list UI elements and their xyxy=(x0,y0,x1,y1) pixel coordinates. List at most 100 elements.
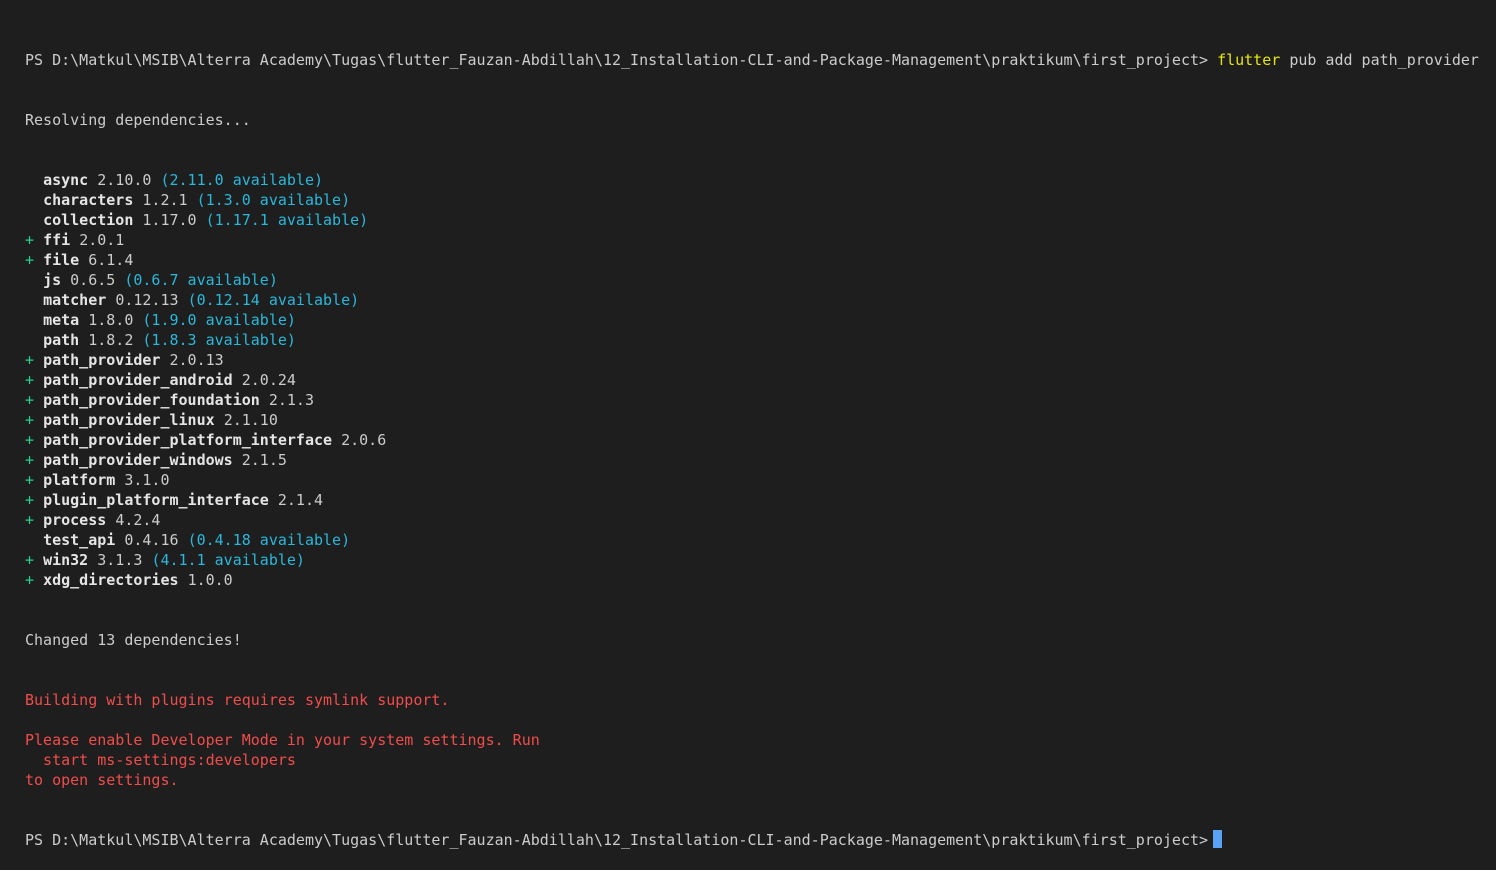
package-row: async 2.10.0 (2.11.0 available) xyxy=(25,170,1496,190)
package-name: collection xyxy=(43,211,134,229)
added-marker xyxy=(25,211,34,229)
added-marker: + xyxy=(25,431,35,449)
added-marker: + xyxy=(25,571,35,589)
available-version: (2.11.0 available) xyxy=(160,171,324,189)
added-marker: + xyxy=(25,371,35,389)
error-line: Please enable Developer Mode in your sys… xyxy=(25,731,540,749)
package-name: path_provider xyxy=(43,351,161,369)
command-args: pub add path_provider xyxy=(1289,51,1479,69)
package-version: 1.8.0 xyxy=(88,311,134,329)
package-version: 1.8.2 xyxy=(88,331,134,349)
added-marker xyxy=(25,171,34,189)
package-version: 1.17.0 xyxy=(142,211,197,229)
available-version: (1.17.1 available) xyxy=(205,211,369,229)
added-marker: + xyxy=(25,391,35,409)
package-name: ffi xyxy=(43,231,71,249)
available-version: (4.1.1 available) xyxy=(151,551,305,569)
added-marker: + xyxy=(25,351,35,369)
prompt-text: PS D:\Matkul\MSIB\Alterra Academy\Tugas\… xyxy=(25,831,1209,849)
package-row: collection 1.17.0 (1.17.1 available) xyxy=(25,210,1496,230)
package-name: plugin_platform_interface xyxy=(43,491,269,509)
package-row: test_api 0.4.16 (0.4.18 available) xyxy=(25,530,1496,550)
package-version: 4.2.4 xyxy=(115,511,161,529)
package-version: 2.1.4 xyxy=(277,491,324,509)
package-version: 2.1.5 xyxy=(241,451,287,469)
added-marker xyxy=(25,331,34,349)
package-row: + platform 3.1.0 xyxy=(25,470,1496,490)
added-marker xyxy=(25,291,34,309)
added-marker: + xyxy=(25,251,35,269)
package-row: js 0.6.5 (0.6.7 available) xyxy=(25,270,1496,290)
available-version: (0.6.7 available) xyxy=(124,271,278,289)
package-row: + path_provider_foundation 2.1.3 xyxy=(25,390,1496,410)
package-name: xdg_directories xyxy=(43,571,179,589)
package-row: + path_provider_linux 2.1.10 xyxy=(25,410,1496,430)
package-name: path_provider_platform_interface xyxy=(43,431,333,449)
package-row: + path_provider_windows 2.1.5 xyxy=(25,450,1496,470)
package-name: meta xyxy=(43,311,80,329)
package-version: 2.0.6 xyxy=(341,431,387,449)
package-row: + xdg_directories 1.0.0 xyxy=(25,570,1496,590)
package-name: path_provider_linux xyxy=(43,411,215,429)
package-name: js xyxy=(43,271,62,289)
package-row: + ffi 2.0.1 xyxy=(25,230,1496,250)
prompt-text: PS D:\Matkul\MSIB\Alterra Academy\Tugas\… xyxy=(25,51,1209,69)
package-row: matcher 0.12.13 (0.12.14 available) xyxy=(25,290,1496,310)
package-row: + path_provider_android 2.0.24 xyxy=(25,370,1496,390)
text-cursor xyxy=(1213,830,1223,848)
package-name: matcher xyxy=(43,291,107,309)
added-marker xyxy=(25,531,34,549)
package-row: + process 4.2.4 xyxy=(25,510,1496,530)
error-line: Building with plugins requires symlink s… xyxy=(25,691,450,709)
package-row: characters 1.2.1 (1.3.0 available) xyxy=(25,190,1496,210)
package-row: + plugin_platform_interface 2.1.4 xyxy=(25,490,1496,510)
package-version: 0.6.5 xyxy=(70,271,116,289)
error-line: start ms-settings:developers xyxy=(25,751,296,769)
package-list: async 2.10.0 (2.11.0 available) characte… xyxy=(25,170,1496,590)
package-name: platform xyxy=(43,471,116,489)
added-marker: + xyxy=(25,551,35,569)
terminal-panel[interactable]: PS D:\Matkul\MSIB\Alterra Academy\Tugas\… xyxy=(0,0,1496,849)
added-marker: + xyxy=(25,511,35,529)
package-version: 2.1.10 xyxy=(223,411,278,429)
package-version: 3.1.3 xyxy=(97,551,143,569)
added-marker xyxy=(25,271,34,289)
package-version: 2.1.3 xyxy=(268,391,314,409)
package-version: 2.0.1 xyxy=(79,231,125,249)
package-name: characters xyxy=(43,191,134,209)
package-version: 3.1.0 xyxy=(124,471,170,489)
package-version: 2.0.24 xyxy=(241,371,296,389)
available-version: (1.8.3 available) xyxy=(142,331,296,349)
package-name: path_provider_windows xyxy=(43,451,233,469)
package-row: + path_provider 2.0.13 xyxy=(25,350,1496,370)
package-row: + win32 3.1.3 (4.1.1 available) xyxy=(25,550,1496,570)
error-message: Building with plugins requires symlink s… xyxy=(25,690,1496,790)
package-name: win32 xyxy=(43,551,89,569)
package-row: meta 1.8.0 (1.9.0 available) xyxy=(25,310,1496,330)
resolving-line: Resolving dependencies... xyxy=(25,111,251,129)
added-marker xyxy=(25,311,34,329)
package-version: 0.12.13 xyxy=(115,291,179,309)
package-name: file xyxy=(43,251,80,269)
added-marker: + xyxy=(25,491,35,509)
added-marker: + xyxy=(25,411,35,429)
changed-line: Changed 13 dependencies! xyxy=(25,631,242,649)
error-line: to open settings. xyxy=(25,771,179,789)
added-marker: + xyxy=(25,451,35,469)
added-marker: + xyxy=(25,471,35,489)
prompt-line[interactable]: PS D:\Matkul\MSIB\Alterra Academy\Tugas\… xyxy=(25,830,1496,850)
package-version: 1.2.1 xyxy=(142,191,188,209)
package-name: async xyxy=(43,171,89,189)
package-row: + file 6.1.4 xyxy=(25,250,1496,270)
package-version: 6.1.4 xyxy=(88,251,134,269)
package-row: path 1.8.2 (1.8.3 available) xyxy=(25,330,1496,350)
available-version: (0.4.18 available) xyxy=(187,531,351,549)
package-row: + path_provider_platform_interface 2.0.6 xyxy=(25,430,1496,450)
package-version: 0.4.16 xyxy=(124,531,179,549)
package-version: 2.0.13 xyxy=(169,351,224,369)
added-marker: + xyxy=(25,231,35,249)
added-marker xyxy=(25,191,34,209)
available-version: (1.9.0 available) xyxy=(142,311,296,329)
package-name: path_provider_android xyxy=(43,371,233,389)
package-name: process xyxy=(43,511,107,529)
